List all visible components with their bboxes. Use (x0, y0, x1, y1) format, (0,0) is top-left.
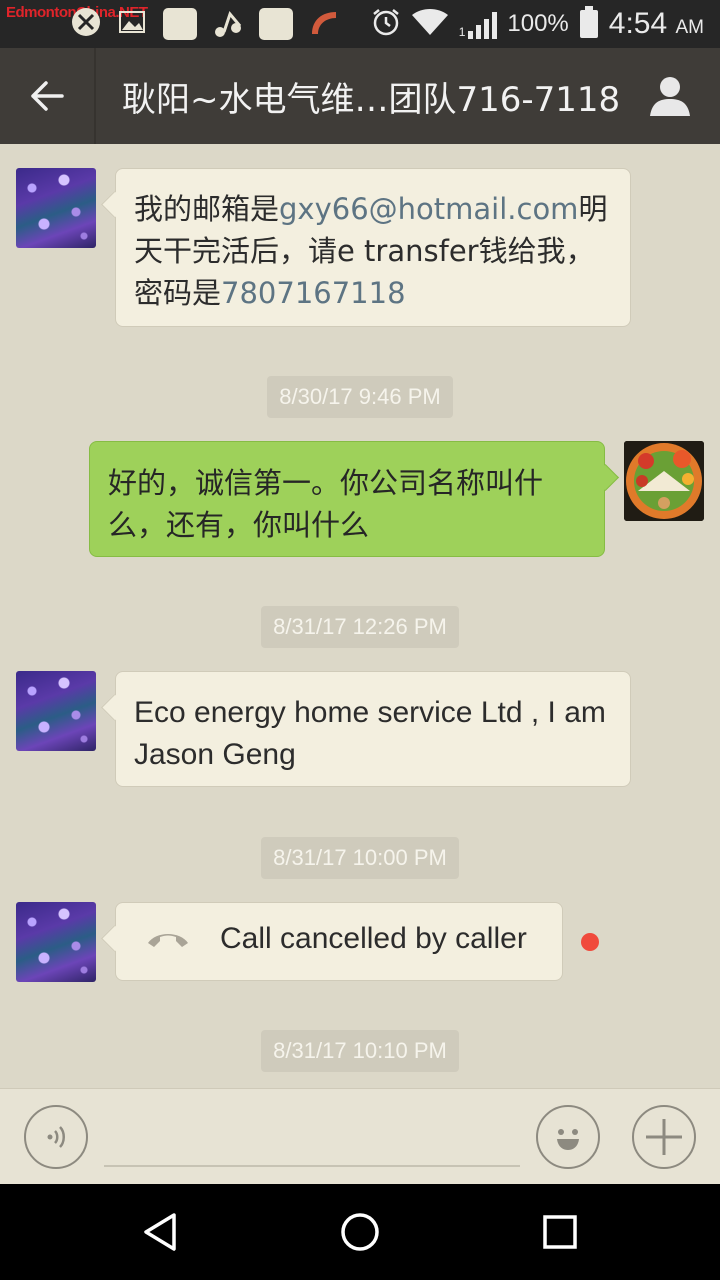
app-notification-icon (163, 8, 197, 40)
chat-info-button[interactable] (620, 48, 720, 144)
missed-call-icon (306, 6, 342, 46)
timestamp: 8/31/17 12:26 PM (0, 606, 720, 648)
input-bar (0, 1088, 720, 1184)
email-link[interactable]: gxy66@hotmail.com (279, 192, 578, 226)
chat-title: 耿阳~水电气维…团队716-7118 (122, 79, 620, 120)
emoji-icon (557, 1129, 579, 1150)
status-right: 1 100% 4:54 AM (371, 0, 704, 48)
message-input[interactable] (104, 1165, 520, 1167)
music-icon (212, 8, 244, 44)
more-button[interactable] (632, 1105, 696, 1169)
nav-home-icon (341, 1213, 379, 1251)
message-text: 好的，诚信第一。你公司名称叫什么，还有，你叫什么 (108, 466, 544, 542)
timestamp-label: 8/31/17 12:26 PM (261, 606, 459, 648)
timestamp-label: 8/30/17 9:46 PM (267, 376, 453, 418)
back-arrow-icon (31, 81, 64, 111)
timestamp: 8/31/17 10:10 PM (0, 1030, 720, 1072)
message-text: Eco energy home service Ltd , I am Jason… (134, 696, 606, 771)
outgoing-message[interactable]: 好的，诚信第一。你公司名称叫什么，还有，你叫什么 (89, 441, 605, 557)
status-bar: EdmontonChina.NET 1 100% 4:54 AM (0, 0, 720, 48)
avatar-image (624, 441, 704, 521)
clock: 4:54 AM (609, 7, 704, 41)
battery-icon (579, 5, 599, 43)
message-text: 我的邮箱是 (134, 192, 280, 226)
contact-avatar[interactable] (16, 168, 96, 248)
contact-avatar[interactable] (16, 671, 96, 751)
phone-number-link[interactable]: 7807167118 (221, 276, 406, 310)
nav-recents-button[interactable] (536, 1208, 584, 1256)
unread-indicator (581, 933, 599, 951)
clock-ampm: AM (675, 17, 705, 38)
timestamp-label: 8/31/17 10:10 PM (261, 1030, 459, 1072)
emoji-button[interactable] (536, 1105, 600, 1169)
nav-back-button[interactable] (136, 1208, 184, 1256)
contact-avatar[interactable] (16, 902, 96, 982)
message-text: Call cancelled by caller (220, 922, 527, 955)
call-record-message[interactable]: Call cancelled by caller (115, 902, 563, 981)
voice-button[interactable] (24, 1105, 88, 1169)
signal-icon: 1 (459, 9, 498, 39)
plus-icon (646, 1119, 682, 1155)
nav-recents-icon (543, 1215, 577, 1249)
nav-back-icon (144, 1213, 176, 1251)
battery-percent: 100% (507, 10, 569, 37)
system-nav-bar (0, 1184, 720, 1280)
image-icon (118, 8, 146, 40)
incoming-message[interactable]: Eco energy home service Ltd , I am Jason… (115, 671, 631, 787)
signal-label: 1 (458, 25, 466, 39)
timestamp: 8/30/17 9:46 PM (0, 376, 720, 418)
alarm-icon (371, 7, 401, 42)
app-notification-icon-2 (259, 8, 293, 40)
back-button[interactable] (0, 48, 96, 144)
timestamp: 8/31/17 10:00 PM (0, 837, 720, 879)
chat-header: 耿阳~水电气维…团队716-7118 (0, 48, 720, 144)
call-icon (146, 919, 190, 961)
clock-time: 4:54 (608, 7, 668, 40)
notification-icon (70, 6, 102, 42)
timestamp-label: 8/31/17 10:00 PM (261, 837, 459, 879)
wifi-icon (411, 8, 449, 41)
my-avatar[interactable] (624, 441, 704, 521)
profile-icon (650, 77, 690, 116)
voice-icon (47, 1126, 65, 1148)
incoming-message[interactable]: 我的邮箱是gxy66@hotmail.com明天干完活后，请e transfer… (115, 168, 631, 327)
nav-home-button[interactable] (336, 1208, 384, 1256)
